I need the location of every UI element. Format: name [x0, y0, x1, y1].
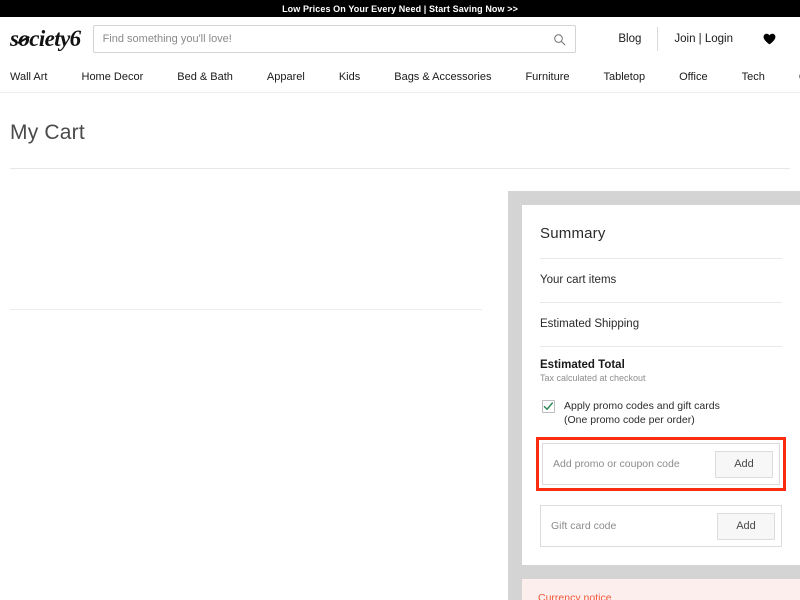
gift-card-field[interactable]: Add — [540, 505, 782, 547]
nav-item-apparel[interactable]: Apparel — [267, 71, 305, 83]
estimated-total-label: Estimated Total — [540, 359, 625, 371]
estimated-total-subtext: Tax calculated at checkout — [540, 373, 646, 383]
nav-item-bed-bath[interactable]: Bed & Bath — [177, 71, 233, 83]
summary-row-cart-items-label: Your cart items — [540, 274, 617, 286]
logo-suffix: ciety6 — [29, 26, 81, 51]
nav-item-kids[interactable]: Kids — [339, 71, 360, 83]
summary-row-cart-items: Your cart items — [540, 259, 782, 302]
category-nav: Wall Art Home Decor Bed & Bath Apparel K… — [0, 61, 800, 93]
heart-icon[interactable] — [749, 33, 790, 45]
nav-item-home-decor[interactable]: Home Decor — [82, 71, 144, 83]
apply-promo-line1: Apply promo codes and gift cards — [564, 400, 720, 412]
summary-panel: Summary Your cart items Estimated Shippi… — [508, 191, 800, 600]
summary-heading: Summary — [540, 225, 606, 242]
join-login-link[interactable]: Join | Login — [658, 33, 749, 45]
site-header: society6 Blog Join | Login — [0, 17, 800, 61]
apply-promo-label: Apply promo codes and gift cards (One pr… — [564, 399, 720, 427]
cart-page: My Cart Summary Your cart items Estimate… — [0, 93, 800, 600]
logo-prefix: s — [10, 26, 19, 51]
promo-banner-text: Low Prices On Your Every Need | Start Sa… — [282, 3, 518, 14]
logo-slashed-o: o — [18, 26, 30, 51]
gift-card-input[interactable] — [551, 520, 717, 532]
search-input[interactable] — [102, 33, 553, 45]
currency-notice: Currency notice All payments are process… — [522, 579, 800, 600]
cart-items-area — [0, 191, 508, 600]
nav-item-furniture[interactable]: Furniture — [525, 71, 569, 83]
promo-banner[interactable]: Low Prices On Your Every Need | Start Sa… — [0, 0, 800, 17]
apply-promo-line2: (One promo code per order) — [564, 414, 695, 426]
promo-code-highlight: Add — [536, 437, 786, 491]
site-logo[interactable]: society6 — [10, 26, 81, 52]
nav-item-office[interactable]: Office — [679, 71, 708, 83]
shopping-cart-icon[interactable] — [790, 33, 800, 46]
summary-row-estimated-total: Estimated Total Tax calculated at checko… — [540, 347, 782, 387]
nav-item-tabletop[interactable]: Tabletop — [603, 71, 645, 83]
currency-notice-title: Currency notice — [538, 592, 612, 600]
blog-link[interactable]: Blog — [602, 33, 657, 45]
nav-item-wall-art[interactable]: Wall Art — [10, 71, 48, 83]
search-bar[interactable] — [92, 25, 576, 53]
promo-code-field[interactable]: Add — [542, 443, 780, 485]
search-icon[interactable] — [553, 33, 566, 46]
summary-card: Summary Your cart items Estimated Shippi… — [522, 205, 800, 565]
header-right-nav: Blog Join | Login — [602, 17, 800, 61]
promo-code-input[interactable] — [553, 458, 715, 470]
page-title-divider — [10, 168, 790, 169]
apply-promo-checkbox[interactable] — [542, 400, 555, 413]
nav-item-tech[interactable]: Tech — [742, 71, 765, 83]
cart-items-divider — [10, 309, 482, 310]
summary-row-shipping-label: Estimated Shipping — [540, 318, 640, 330]
page-title: My Cart — [10, 121, 85, 144]
gift-card-add-button[interactable]: Add — [717, 512, 775, 540]
cart-layout: Summary Your cart items Estimated Shippi… — [0, 191, 800, 600]
nav-item-bags-accessories[interactable]: Bags & Accessories — [394, 71, 491, 83]
summary-row-shipping: Estimated Shipping — [540, 303, 782, 346]
promo-add-button[interactable]: Add — [715, 450, 773, 478]
apply-promo-checkbox-row[interactable]: Apply promo codes and gift cards (One pr… — [540, 387, 782, 427]
